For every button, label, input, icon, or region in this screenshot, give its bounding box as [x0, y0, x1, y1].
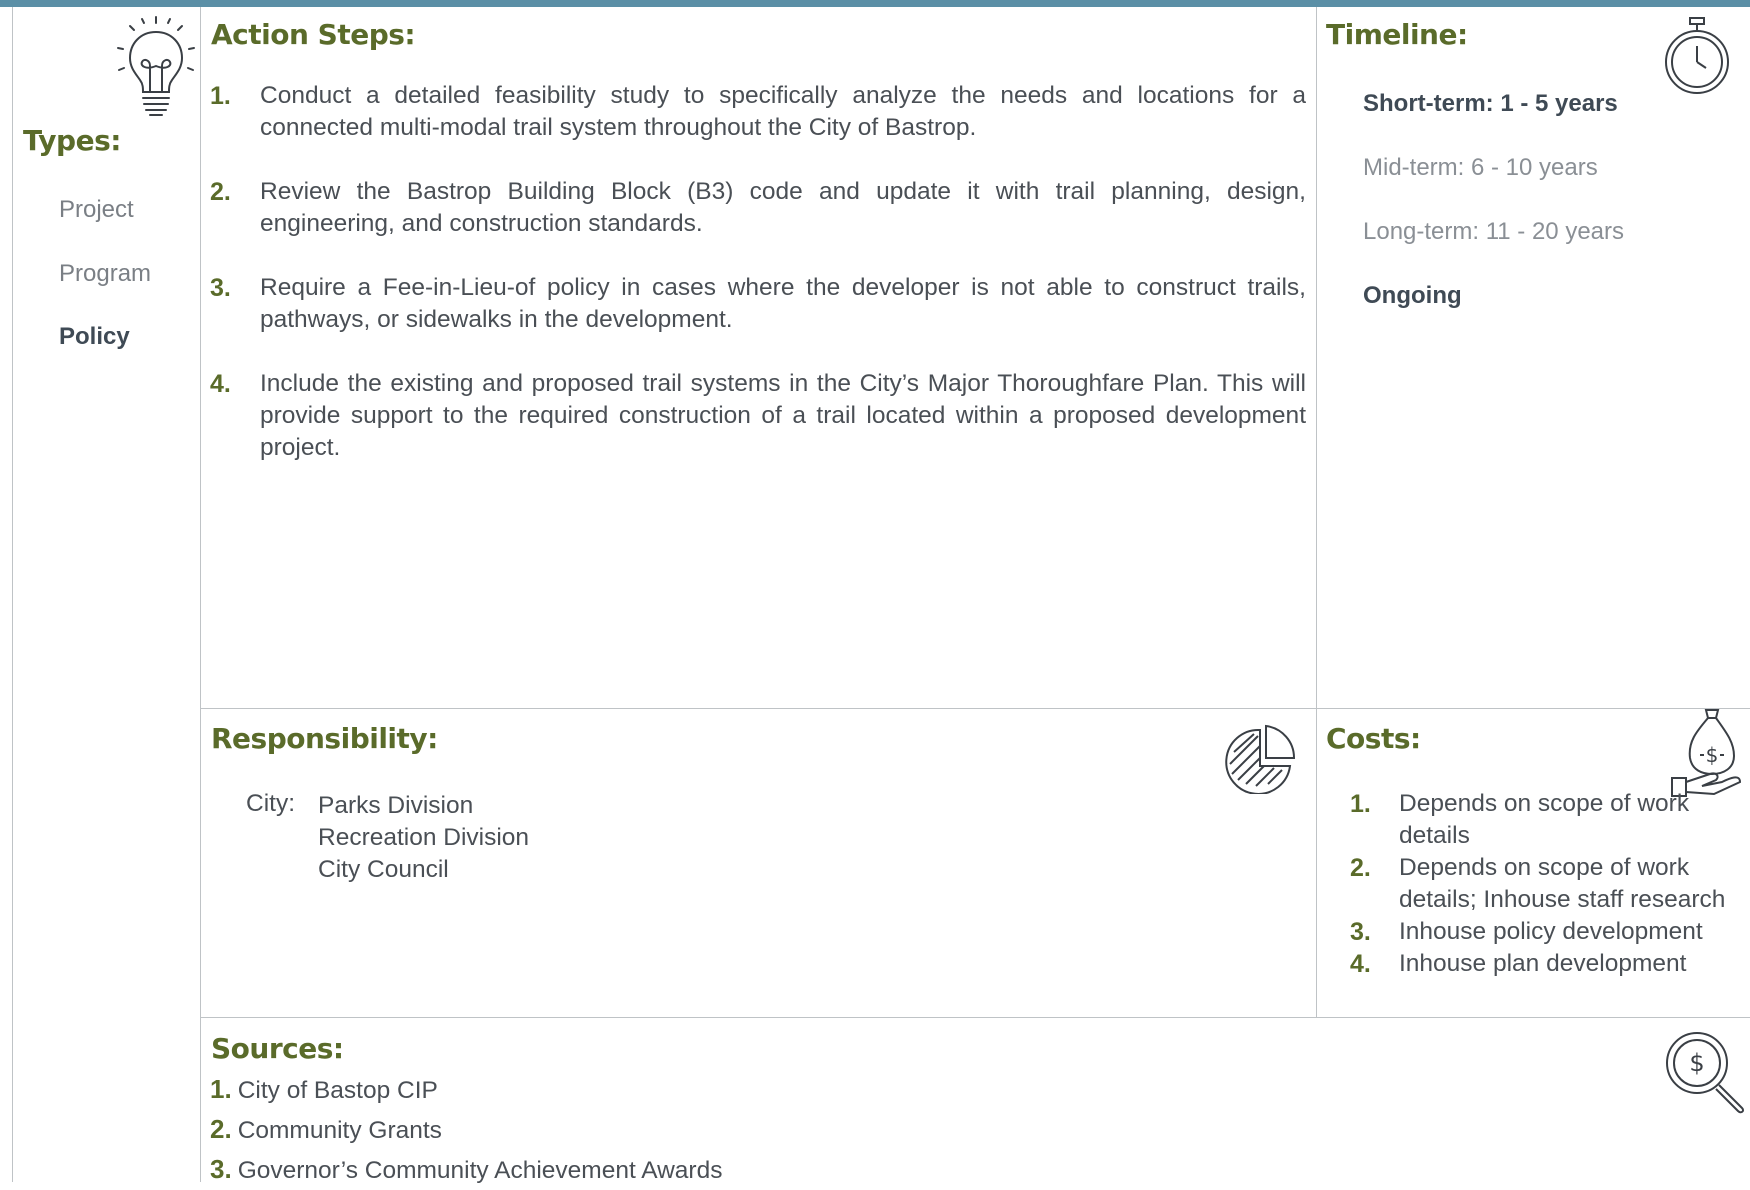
type-program: Program	[59, 260, 152, 287]
sources-heading: Sources:	[211, 1032, 344, 1065]
timeline-mid-term: Mid-term: 6 - 10 years	[1363, 154, 1598, 181]
lightbulb-icon	[116, 14, 196, 118]
source-text: Governor’s Community Achievement Awards	[237, 1157, 723, 1184]
action-steps-list: 1. Conduct a detailed feasibility study …	[210, 80, 1306, 496]
cost-item: 1. Depends on scope of work details	[1350, 788, 1735, 852]
responsibility-item: City Council	[318, 856, 449, 883]
timeline-long-term: Long-term: 11 - 20 years	[1363, 218, 1625, 245]
stopwatch-icon	[1662, 16, 1732, 94]
cost-number: 3.	[1350, 918, 1371, 946]
cost-item: 2. Depends on scope of work details; Inh…	[1350, 852, 1735, 916]
step-number: 1.	[210, 82, 231, 110]
step-number: 2.	[210, 178, 231, 206]
timeline-heading: Timeline:	[1326, 18, 1468, 51]
row-divider-2	[200, 1017, 1750, 1018]
responsibility-heading: Responsibility:	[211, 722, 438, 755]
action-step: 1. Conduct a detailed feasibility study …	[210, 80, 1306, 144]
step-number: 3.	[210, 274, 231, 302]
action-step: 2. Review the Bastrop Building Block (B3…	[210, 176, 1306, 240]
pie-chart-icon	[1224, 722, 1300, 794]
cost-number: 4.	[1350, 950, 1371, 978]
source-text: Community Grants	[237, 1117, 442, 1144]
source-item: 3. Governor’s Community Achievement Award…	[210, 1150, 722, 1190]
step-text: Review the Bastrop Building Block (B3) c…	[260, 178, 1306, 237]
responsibility-list: Parks Division Recreation Division City …	[318, 790, 529, 886]
types-divider	[200, 7, 201, 1182]
source-item: 2. Community Grants	[210, 1110, 722, 1150]
row-divider-1	[200, 708, 1750, 709]
timeline-ongoing: Ongoing	[1363, 282, 1462, 309]
step-text: Conduct a detailed feasibility study to …	[260, 82, 1306, 141]
responsibility-item: Parks Division	[318, 792, 474, 819]
responsibility-item: Recreation Division	[318, 824, 530, 851]
sources-list: 1. City of Bastop CIP 2. Community Grants …	[210, 1070, 722, 1190]
timeline-divider	[1316, 7, 1317, 1017]
source-item: 1. City of Bastop CIP	[210, 1070, 722, 1110]
cost-text: Depends on scope of work details	[1399, 790, 1690, 849]
costs-list: 1. Depends on scope of work details 2. D…	[1350, 788, 1735, 980]
cost-text: Depends on scope of work details; Inhous…	[1399, 854, 1726, 913]
step-text: Include the existing and proposed trail …	[260, 370, 1306, 461]
action-step: 3. Require a Fee-in-Lieu-of policy in ca…	[210, 272, 1306, 336]
step-text: Require a Fee-in-Lieu-of policy in cases…	[260, 274, 1306, 333]
cost-item: 4. Inhouse plan development	[1350, 948, 1735, 980]
money-bag-hand-icon: $	[1666, 708, 1742, 800]
type-project: Project	[59, 196, 134, 223]
top-accent-bar	[0, 0, 1750, 7]
cost-number: 1.	[1350, 790, 1371, 818]
source-number: 1.	[210, 1074, 232, 1104]
magnifier-dollar-icon: $	[1664, 1030, 1748, 1114]
step-number: 4.	[210, 370, 231, 398]
svg-text:$: $	[1706, 743, 1719, 767]
source-number: 3.	[210, 1154, 232, 1184]
type-policy: Policy	[59, 323, 130, 350]
source-number: 2.	[210, 1114, 232, 1144]
svg-text:$: $	[1689, 1049, 1704, 1077]
action-steps-heading: Action Steps:	[211, 18, 416, 51]
source-text: City of Bastop CIP	[237, 1077, 438, 1104]
left-border	[12, 7, 13, 1182]
cost-text: Inhouse plan development	[1399, 950, 1687, 977]
timeline-short-term: Short-term: 1 - 5 years	[1363, 90, 1618, 117]
action-step: 4. Include the existing and proposed tra…	[210, 368, 1306, 464]
cost-text: Inhouse policy development	[1399, 918, 1703, 945]
costs-heading: Costs:	[1326, 722, 1421, 755]
types-heading: Types:	[23, 124, 121, 157]
responsibility-label: City:	[246, 790, 295, 817]
cost-item: 3. Inhouse policy development	[1350, 916, 1735, 948]
cost-number: 2.	[1350, 854, 1371, 882]
